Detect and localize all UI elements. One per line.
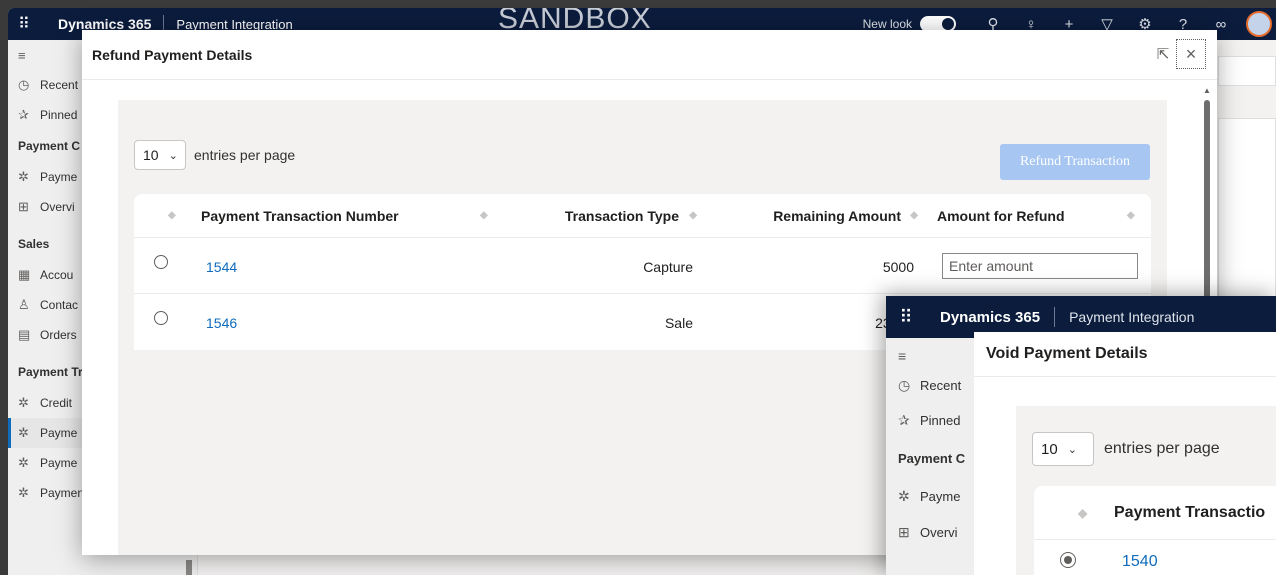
document-icon: ▤ [18,327,31,342]
waffle-icon[interactable]: ⠿ [886,296,926,338]
sidebar-item[interactable]: ✲ Payme [886,478,974,514]
grid-icon: ⊞ [18,199,29,214]
hamburger-row[interactable]: ≡ [886,338,974,374]
table-header: ◆ Payment Transaction Number ◆ Transacti… [134,194,1151,238]
entries-per-page-label: entries per page [194,147,296,163]
sidebar-scrollbar[interactable] [186,560,192,575]
row-select-radio[interactable] [154,255,168,269]
table-header: ◆ Payment Transactio [1034,486,1276,540]
column-header-transaction-number[interactable]: Payment Transaction Number [201,208,399,224]
puzzle-icon: ✲ [18,425,29,440]
avatar[interactable] [1246,11,1272,37]
transaction-number-link[interactable]: 1544 [206,259,237,275]
transaction-type-cell: Sale [664,315,693,331]
column-header-amount-for-refund[interactable]: Amount for Refund [937,208,1065,224]
contact-icon: ♙ [18,297,30,312]
sidebar-group-payment: Payment C [898,450,966,466]
dialog-header: Refund Payment Details [82,30,1217,80]
puzzle-icon: ✲ [898,487,910,504]
sort-icon[interactable]: ◆ [910,210,918,221]
expand-icon[interactable]: ⇱ [1148,39,1178,69]
app-name[interactable]: Payment Integration [1069,309,1194,325]
sort-icon[interactable]: ◆ [1127,210,1135,221]
puzzle-icon: ✲ [18,169,29,184]
close-icon[interactable]: × [1176,39,1206,69]
clock-icon: ◷ [898,376,911,393]
pin-icon: ✰ [898,411,910,428]
page-size-controls: 10 ⌄ entries per page [134,140,295,170]
column-header-remaining-amount[interactable]: Remaining Amount [773,208,901,224]
page-size-select[interactable]: 10 ⌄ [1032,432,1094,466]
sidebar-item-recent[interactable]: ◷ Recent [886,374,974,396]
table-row[interactable]: 1544 Capture 5000 [134,238,1151,294]
entries-per-page-label: entries per page [1104,440,1220,457]
remaining-amount-cell: 5000 [882,259,914,275]
dialog-body: 10 ⌄ entries per page ◆ Payment Transact… [1016,406,1276,575]
puzzle-icon: ✲ [18,395,29,410]
column-header-transaction-number[interactable]: Payment Transactio [1114,504,1265,522]
chevron-down-icon: ⌄ [1067,443,1077,456]
puzzle-icon: ✲ [18,455,29,470]
refund-amount-input[interactable] [942,253,1138,279]
page-size-select[interactable]: 10 ⌄ [134,140,186,170]
brand-name[interactable]: Dynamics 365 [940,309,1040,326]
chevron-down-icon: ⌄ [168,149,178,162]
sort-icon[interactable]: ◆ [1078,506,1087,520]
refund-transaction-button[interactable]: Refund Transaction [1000,144,1150,180]
sort-icon[interactable]: ◆ [168,210,176,221]
void-sidebar: ≡ ◷ Recent ✰ Pinned Payment C ✲ Payme ⊞ Over… [886,338,974,575]
sidebar-item[interactable]: ⊞ Overvi [886,514,974,550]
table-row[interactable]: 1540 [1034,540,1276,575]
dialog-title: Refund Payment Details [92,46,253,63]
grid-icon: ⊞ [898,523,910,540]
new-look-label: New look [862,17,912,31]
transaction-number-link[interactable]: 1540 [1122,553,1158,571]
dialog-title: Void Payment Details [974,332,1276,377]
sidebar-item-pinned[interactable]: ✰ Pinned [886,402,974,438]
hamburger-icon: ≡ [898,348,907,364]
pin-icon: ✰ [18,107,29,122]
void-payment-window: ⠿ Dynamics 365 Payment Integration ≡ ◷ Re… [886,296,1276,575]
void-table: ◆ Payment Transactio 1540 [1034,486,1276,575]
puzzle-icon: ✲ [18,485,29,500]
void-payment-dialog: Void Payment Details 10 ⌄ entries per pa… [974,332,1276,575]
hamburger-icon: ≡ [18,47,26,63]
row-select-radio[interactable] [1060,552,1076,568]
scroll-up-icon[interactable]: ▲ [1203,86,1211,95]
sort-icon[interactable]: ◆ [689,210,697,221]
account-icon: ▦ [18,267,31,282]
transaction-type-cell: Capture [643,259,693,275]
row-select-radio[interactable] [154,311,168,325]
transaction-number-link[interactable]: 1546 [206,315,237,331]
clock-icon: ◷ [18,77,30,92]
sort-icon[interactable]: ◆ [480,210,488,221]
background-card [1218,56,1276,86]
column-header-transaction-type[interactable]: Transaction Type [565,208,679,224]
page-size-controls: 10 ⌄ entries per page [1032,432,1220,466]
waffle-icon[interactable]: ⠿ [8,8,40,40]
divider [1054,307,1056,327]
